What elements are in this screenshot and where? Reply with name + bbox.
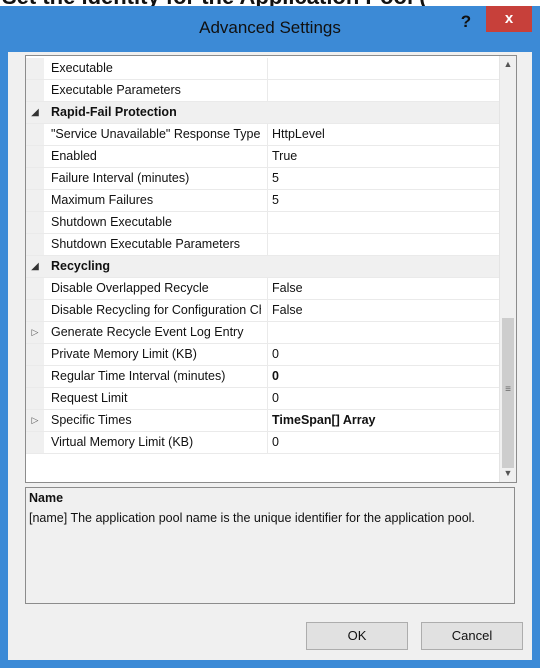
property-value[interactable] xyxy=(267,234,502,255)
property-label: Disable Overlapped Recycle xyxy=(51,281,209,295)
row-gutter xyxy=(26,146,44,167)
scrollbar-thumb[interactable]: ≡ xyxy=(502,318,514,468)
property-label: Virtual Memory Limit (KB) xyxy=(51,435,194,449)
property-label: "Service Unavailable" Response Type xyxy=(51,127,261,141)
row-gutter xyxy=(26,366,44,387)
property-grid[interactable]: Executable Executable Parameters ◢ Rapid-Fa… xyxy=(25,55,517,483)
property-row[interactable]: Request Limit 0 xyxy=(26,388,499,410)
property-row[interactable]: Disable Recycling for Configuration Chan… xyxy=(26,300,499,322)
row-gutter xyxy=(26,234,44,255)
property-value[interactable]: HttpLevel xyxy=(267,124,502,145)
close-button[interactable]: x xyxy=(486,6,532,32)
property-value[interactable]: False xyxy=(267,300,502,321)
property-value[interactable] xyxy=(267,80,502,101)
category-label: Rapid-Fail Protection xyxy=(51,105,177,119)
row-gutter xyxy=(26,80,44,101)
property-label: Failure Interval (minutes) xyxy=(51,171,190,185)
help-button[interactable]: ? xyxy=(450,12,482,32)
property-value[interactable] xyxy=(267,58,502,79)
property-row[interactable]: Regular Time Interval (minutes) 0 xyxy=(26,366,499,388)
property-value[interactable]: 0 xyxy=(267,344,502,365)
property-value[interactable]: True xyxy=(267,146,502,167)
category-label: Recycling xyxy=(51,259,111,273)
property-label: Disable Recycling for Configuration Chan… xyxy=(51,303,261,317)
grip-icon: ≡ xyxy=(505,384,511,395)
property-row[interactable]: Maximum Failures 5 xyxy=(26,190,499,212)
property-value[interactable] xyxy=(267,322,502,343)
description-panel: Name [name] The application pool name is… xyxy=(25,487,515,604)
property-row[interactable]: Virtual Memory Limit (KB) 0 xyxy=(26,432,499,454)
category-row[interactable]: ◢ Recycling xyxy=(26,256,499,278)
property-value[interactable]: 0 xyxy=(267,432,502,453)
row-gutter xyxy=(26,278,44,299)
row-gutter xyxy=(26,388,44,409)
row-gutter xyxy=(26,300,44,321)
property-value[interactable]: 0 xyxy=(267,388,502,409)
property-label: Maximum Failures xyxy=(51,193,154,207)
property-row[interactable]: "Service Unavailable" Response Type HttpL… xyxy=(26,124,499,146)
row-gutter xyxy=(26,168,44,189)
property-row[interactable]: Failure Interval (minutes) 5 xyxy=(26,168,499,190)
scroll-up-icon[interactable]: ▲ xyxy=(500,56,516,73)
property-label: Regular Time Interval (minutes) xyxy=(51,369,226,383)
collapse-icon[interactable]: ◢ xyxy=(26,102,44,123)
property-value[interactable]: 0 xyxy=(267,366,502,387)
row-gutter xyxy=(26,432,44,453)
scroll-down-icon[interactable]: ▼ xyxy=(500,465,516,482)
property-label: Private Memory Limit (KB) xyxy=(51,347,197,361)
property-row[interactable]: Private Memory Limit (KB) 0 xyxy=(26,344,499,366)
cancel-button[interactable]: Cancel xyxy=(421,622,523,650)
property-row[interactable]: Shutdown Executable Parameters xyxy=(26,234,499,256)
title-bar[interactable]: Advanced Settings ? x xyxy=(0,6,540,52)
row-gutter xyxy=(26,344,44,365)
description-title: Name xyxy=(29,491,64,505)
property-row[interactable]: Shutdown Executable xyxy=(26,212,499,234)
category-row[interactable]: ◢ Rapid-Fail Protection xyxy=(26,102,499,124)
property-label: Generate Recycle Event Log Entry xyxy=(51,325,244,339)
property-row[interactable]: ▷ Specific Times TimeSpan[] Array xyxy=(26,410,499,432)
collapse-icon[interactable]: ◢ xyxy=(26,256,44,277)
property-row[interactable]: Enabled True xyxy=(26,146,499,168)
property-value[interactable]: 5 xyxy=(267,190,502,211)
property-value[interactable]: False xyxy=(267,278,502,299)
property-label: Enabled xyxy=(51,149,97,163)
property-row[interactable]: Disable Overlapped Recycle False xyxy=(26,278,499,300)
row-gutter xyxy=(26,190,44,211)
property-row[interactable]: Executable Parameters xyxy=(26,80,499,102)
row-gutter xyxy=(26,58,44,79)
ok-button[interactable]: OK xyxy=(306,622,408,650)
property-value[interactable]: 5 xyxy=(267,168,502,189)
property-label: Shutdown Executable xyxy=(51,215,172,229)
description-text: [name] The application pool name is the … xyxy=(29,511,475,525)
expand-icon[interactable]: ▷ xyxy=(26,322,44,343)
vertical-scrollbar[interactable]: ▲ ≡ ▼ xyxy=(499,56,516,482)
property-row[interactable]: Executable xyxy=(26,58,499,80)
property-value[interactable]: TimeSpan[] Array xyxy=(267,410,502,431)
property-row[interactable]: ▷ Generate Recycle Event Log Entry xyxy=(26,322,499,344)
property-label: Request Limit xyxy=(51,391,128,405)
property-label: Executable xyxy=(51,61,113,75)
property-label: Shutdown Executable Parameters xyxy=(51,237,240,251)
row-gutter xyxy=(26,124,44,145)
property-value[interactable] xyxy=(267,212,502,233)
row-gutter xyxy=(26,212,44,233)
property-label: Specific Times xyxy=(51,413,132,427)
property-label: Executable Parameters xyxy=(51,83,181,97)
expand-icon[interactable]: ▷ xyxy=(26,410,44,431)
